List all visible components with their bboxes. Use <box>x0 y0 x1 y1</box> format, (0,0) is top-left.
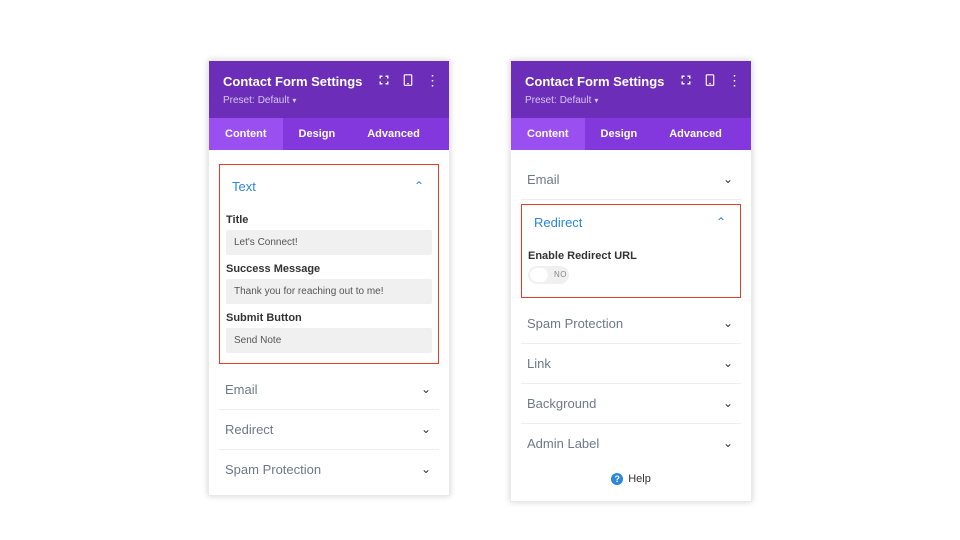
success-message-input[interactable]: Thank you for reaching out to me! <box>226 279 432 304</box>
field-label: Success Message <box>226 263 432 275</box>
section-email: Email ⌄ <box>219 370 439 410</box>
tab-design[interactable]: Design <box>585 118 654 150</box>
chevron-down-icon: ⌄ <box>721 356 735 370</box>
preset-dropdown[interactable]: Preset: Default ▾ <box>525 95 598 106</box>
section-title: Admin Label <box>527 436 599 451</box>
field-label: Title <box>226 214 432 226</box>
section-title: Email <box>225 382 258 397</box>
tab-design[interactable]: Design <box>283 118 352 150</box>
panel-body: Email ⌄ Redirect ⌃ Enable Redirect URL N… <box>511 150 751 501</box>
section-header-text[interactable]: Text ⌃ <box>226 167 432 206</box>
header-icons: ⋮ <box>679 73 741 87</box>
section-header[interactable]: Link ⌄ <box>521 344 741 383</box>
tabs: Content Design Advanced <box>511 118 751 150</box>
submit-button-input[interactable]: Send Note <box>226 328 432 353</box>
section-title: Redirect <box>225 422 273 437</box>
expand-icon[interactable] <box>377 73 391 87</box>
chevron-down-icon: ▾ <box>594 96 598 105</box>
enable-redirect-toggle[interactable]: NO <box>528 266 569 284</box>
tabs: Content Design Advanced <box>209 118 449 150</box>
chevron-down-icon: ⌄ <box>419 462 433 476</box>
section-header[interactable]: Email ⌄ <box>219 370 439 409</box>
section-admin-label: Admin Label ⌄ <box>521 424 741 463</box>
field-label: Enable Redirect URL <box>528 250 734 262</box>
chevron-down-icon: ⌄ <box>419 382 433 396</box>
tab-content[interactable]: Content <box>511 118 585 150</box>
header-icons: ⋮ <box>377 73 439 87</box>
chevron-up-icon: ⌃ <box>714 215 728 229</box>
tab-advanced[interactable]: Advanced <box>653 118 738 150</box>
section-background: Background ⌄ <box>521 384 741 424</box>
tablet-icon[interactable] <box>401 73 415 87</box>
section-title: Spam Protection <box>225 462 321 477</box>
panel-header: Contact Form Settings Preset: Default ▾ … <box>511 61 751 118</box>
section-header[interactable]: Redirect ⌄ <box>219 410 439 449</box>
section-spam: Spam Protection ⌄ <box>521 304 741 344</box>
chevron-down-icon: ⌄ <box>721 172 735 186</box>
chevron-up-icon: ⌃ <box>412 179 426 193</box>
tablet-icon[interactable] <box>703 73 717 87</box>
highlighted-section: Redirect ⌃ Enable Redirect URL NO <box>521 204 741 298</box>
section-header-redirect[interactable]: Redirect ⌃ <box>528 207 734 242</box>
preset-dropdown[interactable]: Preset: Default ▾ <box>223 95 296 106</box>
section-header[interactable]: Background ⌄ <box>521 384 741 423</box>
section-title: Redirect <box>534 215 582 230</box>
section-link: Link ⌄ <box>521 344 741 384</box>
kebab-menu-icon[interactable]: ⋮ <box>727 73 741 87</box>
section-header[interactable]: Spam Protection ⌄ <box>219 450 439 489</box>
settings-panel-right: Contact Form Settings Preset: Default ▾ … <box>510 60 752 502</box>
panel-body: Text ⌃ Title Let's Connect! Success Mess… <box>209 150 449 495</box>
settings-panel-left: Contact Form Settings Preset: Default ▾ … <box>208 60 450 496</box>
chevron-down-icon: ⌄ <box>721 316 735 330</box>
tab-advanced[interactable]: Advanced <box>351 118 436 150</box>
tab-content[interactable]: Content <box>209 118 283 150</box>
highlighted-section: Text ⌃ Title Let's Connect! Success Mess… <box>219 164 439 364</box>
panel-header: Contact Form Settings Preset: Default ▾ … <box>209 61 449 118</box>
section-title: Link <box>527 356 551 371</box>
chevron-down-icon: ⌄ <box>721 436 735 450</box>
field-label: Submit Button <box>226 312 432 324</box>
section-title: Spam Protection <box>527 316 623 331</box>
section-header[interactable]: Admin Label ⌄ <box>521 424 741 463</box>
toggle-knob <box>530 268 548 282</box>
title-input[interactable]: Let's Connect! <box>226 230 432 255</box>
section-email: Email ⌄ <box>521 160 741 200</box>
section-title: Email <box>527 172 560 187</box>
chevron-down-icon: ▾ <box>292 96 296 105</box>
chevron-down-icon: ⌄ <box>721 396 735 410</box>
section-spam: Spam Protection ⌄ <box>219 450 439 489</box>
expand-icon[interactable] <box>679 73 693 87</box>
help-link[interactable]: ? Help <box>521 463 741 495</box>
section-redirect: Redirect ⌄ <box>219 410 439 450</box>
section-title: Text <box>232 179 256 194</box>
help-icon: ? <box>611 473 623 485</box>
section-header[interactable]: Email ⌄ <box>521 160 741 199</box>
section-header[interactable]: Spam Protection ⌄ <box>521 304 741 343</box>
section-title: Background <box>527 396 596 411</box>
chevron-down-icon: ⌄ <box>419 422 433 436</box>
kebab-menu-icon[interactable]: ⋮ <box>425 73 439 87</box>
